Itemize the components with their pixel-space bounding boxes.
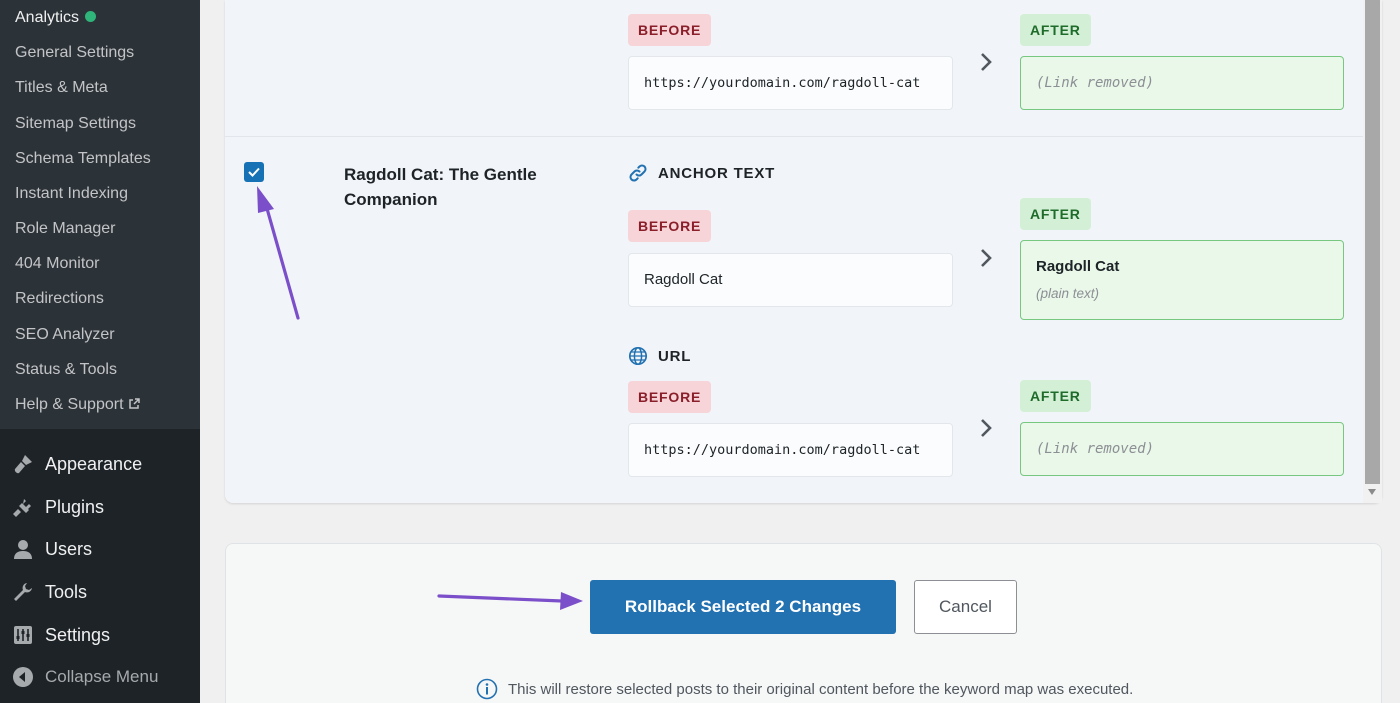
submenu-item-seo-analyzer[interactable]: SEO Analyzer	[15, 325, 115, 345]
globe-icon	[628, 346, 648, 366]
submenu-item-status-tools[interactable]: Status & Tools	[15, 360, 117, 380]
submenu-item-analytics[interactable]: Analytics	[15, 8, 97, 28]
submenu-item-redirections[interactable]: Redirections	[15, 289, 104, 309]
submenu-item-general-settings[interactable]: General Settings	[15, 43, 134, 63]
external-link-icon	[128, 396, 140, 416]
row-divider	[225, 136, 1363, 137]
status-dot-icon	[85, 11, 97, 22]
chevron-right-icon	[981, 249, 992, 267]
before-badge: BEFORE	[628, 14, 712, 46]
rank-math-submenu: Analytics General Settings Titles & Meta…	[0, 0, 200, 429]
after-badge: AFTER	[1020, 198, 1091, 230]
menu-item-plugins[interactable]: Plugins	[0, 487, 200, 527]
before-badge: BEFORE	[628, 210, 712, 242]
after-anchor-value: Ragdoll Cat	[1036, 258, 1120, 275]
before-badge: BEFORE	[628, 381, 712, 413]
anchor-text-heading: ANCHOR TEXT	[628, 162, 775, 184]
checkmark-icon	[248, 167, 260, 177]
after-badge: AFTER	[1020, 380, 1091, 412]
after-anchor-note: (plain text)	[1036, 286, 1100, 301]
collapse-icon	[11, 665, 35, 689]
before-anchor-value: Ragdoll Cat	[644, 271, 723, 288]
submenu-item-schema-templates[interactable]: Schema Templates	[15, 149, 151, 169]
submenu-item-404-monitor[interactable]: 404 Monitor	[15, 254, 100, 274]
menu-item-users[interactable]: Users	[0, 529, 200, 569]
before-anchor-field: Ragdoll Cat	[628, 253, 953, 307]
submenu-item-titles-meta[interactable]: Titles & Meta	[15, 78, 108, 98]
info-notice: This will restore selected posts to thei…	[476, 678, 1133, 700]
chevron-right-icon	[981, 419, 992, 437]
submenu-item-sitemap-settings[interactable]: Sitemap Settings	[15, 114, 136, 134]
chevron-right-icon	[981, 53, 992, 71]
rollback-selected-button[interactable]: Rollback Selected 2 Changes	[590, 580, 896, 634]
submenu-item-instant-indexing[interactable]: Instant Indexing	[15, 184, 128, 204]
after-url-field: (Link removed)	[1020, 422, 1344, 476]
menu-item-appearance[interactable]: Appearance	[0, 444, 200, 484]
scrollbar[interactable]	[1363, 0, 1382, 503]
info-icon	[476, 678, 498, 700]
link-icon	[629, 164, 647, 182]
sliders-icon	[11, 623, 35, 647]
user-icon	[11, 537, 35, 561]
url-heading: URL	[628, 345, 691, 367]
menu-item-tools[interactable]: Tools	[0, 572, 200, 612]
collapse-menu-button[interactable]: Collapse Menu	[0, 657, 200, 697]
after-anchor-field: Ragdoll Cat (plain text)	[1020, 240, 1344, 320]
post-title: Ragdoll Cat: The Gentle Companion	[344, 165, 537, 209]
before-url-value: https://yourdomain.com/ragdoll-cat	[644, 75, 921, 91]
cancel-button[interactable]: Cancel	[914, 580, 1017, 634]
submenu-item-help-support[interactable]: Help & Support	[15, 395, 140, 416]
scroll-down-arrow-icon[interactable]	[1368, 489, 1376, 495]
after-url-value: (Link removed)	[1036, 441, 1155, 457]
before-url-field: https://yourdomain.com/ragdoll-cat	[628, 423, 953, 477]
wrench-icon	[11, 580, 35, 604]
after-badge: AFTER	[1020, 14, 1091, 46]
before-url-field: https://yourdomain.com/ragdoll-cat	[628, 56, 953, 110]
scrollbar-thumb[interactable]	[1365, 0, 1380, 484]
paintbrush-icon	[11, 452, 35, 476]
submenu-item-role-manager[interactable]: Role Manager	[15, 219, 116, 239]
plug-icon	[11, 495, 35, 519]
after-url-field: (Link removed)	[1020, 56, 1344, 110]
admin-sidebar: Analytics General Settings Titles & Meta…	[0, 0, 200, 703]
after-url-value: (Link removed)	[1036, 75, 1155, 91]
menu-item-settings[interactable]: Settings	[0, 615, 200, 655]
select-post-checkbox[interactable]	[244, 162, 264, 182]
before-url-value: https://yourdomain.com/ragdoll-cat	[644, 442, 921, 458]
